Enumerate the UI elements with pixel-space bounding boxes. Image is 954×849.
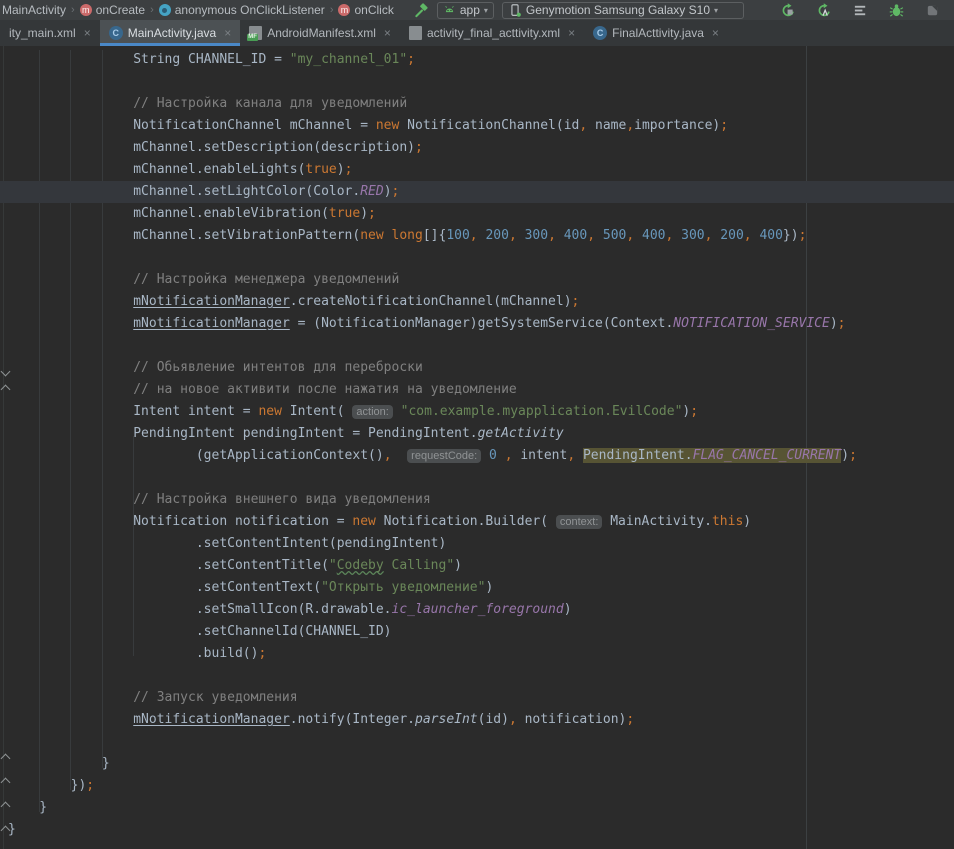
device-select[interactable]: Genymotion Samsung Galaxy S10 ▾	[502, 2, 744, 19]
profiler-button[interactable]	[921, 1, 944, 19]
tab-MainActivity.java[interactable]: MainActivity.java ×	[100, 20, 241, 46]
breadcrumb: MainActivity › onCreate › anonymous OnClickL…	[2, 0, 394, 20]
code-line[interactable]: mChannel.enableVibration(true);	[8, 203, 954, 225]
code-line[interactable]: mNotificationManager.createNotificationC…	[8, 291, 954, 313]
rerun-icon	[781, 3, 796, 18]
apply-changes-icon	[817, 3, 832, 18]
java-class-icon	[593, 26, 607, 40]
tab-label: AndroidManifest.xml	[267, 26, 376, 40]
tab-close-icon[interactable]: ×	[84, 26, 91, 40]
breadcrumb-label: onClick	[354, 3, 393, 17]
build-hammer-icon	[414, 3, 429, 18]
code-line[interactable]: mChannel.setDescription(description);	[8, 137, 954, 159]
tab-close-icon[interactable]: ×	[712, 26, 719, 40]
device-phone-icon	[508, 3, 522, 18]
code-line[interactable]	[8, 731, 954, 753]
run-controls	[777, 1, 950, 19]
code-line[interactable]: }	[8, 753, 954, 775]
list-button[interactable]	[849, 1, 872, 19]
code-editor[interactable]: String CHANNEL_ID = "my_channel_01"; // …	[0, 46, 954, 849]
rerun-button[interactable]	[777, 1, 800, 19]
navigation-toolbar: MainActivity › onCreate › anonymous OnClickL…	[0, 0, 954, 20]
breadcrumb-label: MainActivity	[2, 3, 66, 17]
code-line[interactable]: mChannel.setVibrationPattern(new long[]{…	[8, 225, 954, 247]
tab-close-icon[interactable]: ×	[224, 26, 231, 40]
code-line[interactable]: // Запуск уведомления	[8, 687, 954, 709]
method-icon	[338, 4, 350, 16]
tab-close-icon[interactable]: ×	[568, 26, 575, 40]
code-line[interactable]: Notification notification = new Notifica…	[8, 511, 954, 533]
tab-label: MainActivity.java	[128, 26, 216, 40]
code-line[interactable]: // Настройка внешнего вида уведомления	[8, 489, 954, 511]
android-icon	[443, 4, 456, 17]
tab-FinalActtivity.java[interactable]: FinalActtivity.java ×	[584, 20, 728, 46]
run-configuration-label: app	[460, 3, 480, 17]
code-line[interactable]	[8, 467, 954, 489]
code-line[interactable]: mChannel.setLightColor(Color.RED);	[0, 181, 954, 203]
code-line[interactable]	[8, 247, 954, 269]
run-configuration-select[interactable]: app ▾	[437, 2, 494, 19]
code-line[interactable]	[8, 665, 954, 687]
code-line[interactable]: .setContentIntent(pendingIntent)	[8, 533, 954, 555]
breadcrumb-separator: ›	[150, 4, 154, 16]
code-line[interactable]: .setChannelId(CHANNEL_ID)	[8, 621, 954, 643]
profiler-icon	[925, 3, 940, 18]
code-line[interactable]: mNotificationManager = (NotificationMana…	[8, 313, 954, 335]
breadcrumb-label: anonymous OnClickListener	[175, 3, 325, 17]
code-line[interactable]: // Настройка канала для уведомлений	[8, 93, 954, 115]
code-line[interactable]: // Обьявление интентов для переброски	[8, 357, 954, 379]
code-line[interactable]: .setContentText("Открыть уведомление")	[8, 577, 954, 599]
ide-window: MainActivity › onCreate › anonymous OnClickL…	[0, 0, 954, 849]
breadcrumb-item[interactable]: anonymous OnClickListener	[159, 3, 325, 17]
code-line[interactable]: PendingIntent pendingIntent = PendingInt…	[8, 423, 954, 445]
debug-button[interactable]	[885, 1, 908, 19]
code-line[interactable]	[8, 335, 954, 357]
code-line[interactable]: mChannel.enableLights(true);	[8, 159, 954, 181]
device-label: Genymotion Samsung Galaxy S10	[526, 3, 710, 17]
code-line[interactable]: .setContentTitle("Codeby Calling")	[8, 555, 954, 577]
tab-activity_final_acttivity.xml[interactable]: activity_final_acttivity.xml ×	[400, 20, 584, 46]
java-class-icon	[109, 26, 123, 40]
tab-label: activity_final_acttivity.xml	[427, 26, 560, 40]
breadcrumb-separator: ›	[71, 4, 75, 16]
manifest-file-icon: MF	[249, 26, 262, 40]
code-area: String CHANNEL_ID = "my_channel_01"; // …	[0, 49, 954, 841]
dropdown-caret-icon: ▾	[714, 6, 718, 15]
tab-ity_main.xml[interactable]: ity_main.xml ×	[0, 20, 100, 46]
code-line[interactable]: });	[8, 775, 954, 797]
layout-xml-file-icon	[409, 26, 422, 40]
code-line[interactable]: .build();	[8, 643, 954, 665]
code-line[interactable]: }	[8, 819, 954, 841]
tab-AndroidManifest.xml[interactable]: MF AndroidManifest.xml ×	[240, 20, 400, 46]
anonymous-class-icon	[159, 4, 171, 16]
breadcrumb-label: onCreate	[96, 3, 145, 17]
debug-bug-icon	[889, 3, 904, 18]
editor-tab-bar: ity_main.xml × MainActivity.java × MF Android…	[0, 20, 954, 46]
code-line[interactable]: // на новое активити после нажатия на ув…	[8, 379, 954, 401]
code-line[interactable]	[8, 71, 954, 93]
code-line[interactable]: String CHANNEL_ID = "my_channel_01";	[8, 49, 954, 71]
code-line[interactable]: }	[8, 797, 954, 819]
tab-label: ity_main.xml	[9, 26, 76, 40]
breadcrumb-item[interactable]: onCreate	[80, 3, 145, 17]
code-line[interactable]: .setSmallIcon(R.drawable.ic_launcher_for…	[8, 599, 954, 621]
file-type-badge: MF	[247, 34, 258, 41]
breadcrumb-item[interactable]: onClick	[338, 3, 393, 17]
dropdown-caret-icon: ▾	[484, 6, 488, 15]
tab-close-icon[interactable]: ×	[384, 26, 391, 40]
code-line[interactable]: mNotificationManager.notify(Integer.pars…	[8, 709, 954, 731]
build-button[interactable]	[410, 1, 433, 19]
breadcrumb-separator: ›	[330, 4, 334, 16]
method-icon	[80, 4, 92, 16]
tab-label: FinalActtivity.java	[612, 26, 704, 40]
code-line[interactable]: NotificationChannel mChannel = new Notif…	[8, 115, 954, 137]
list-icon	[853, 3, 868, 18]
code-line[interactable]: // Настройка менеджера уведомлений	[8, 269, 954, 291]
code-line[interactable]: Intent intent = new Intent( action: "com…	[8, 401, 954, 423]
breadcrumb-item[interactable]: MainActivity	[2, 3, 66, 17]
apply-changes-button[interactable]	[813, 1, 836, 19]
code-line[interactable]: (getApplicationContext(), requestCode: 0…	[8, 445, 954, 467]
